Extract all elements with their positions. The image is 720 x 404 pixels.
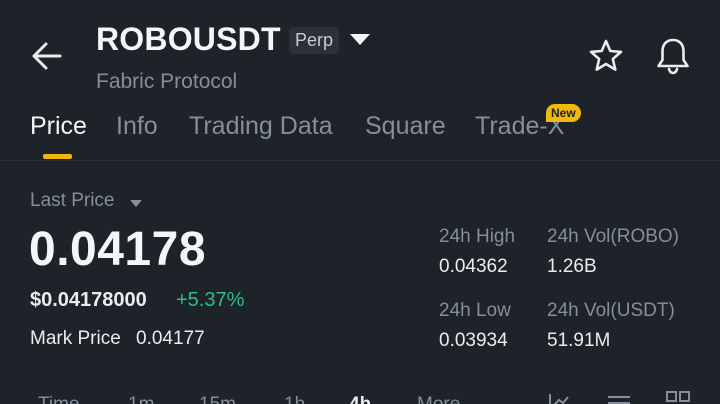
caret-down-icon[interactable] (129, 196, 143, 207)
caret-down-icon (479, 400, 491, 404)
interval-time[interactable]: Time (38, 394, 80, 404)
settings-lines-icon[interactable] (606, 392, 632, 404)
usd-price: $0.04178000 (30, 289, 147, 311)
vol-quote-24h-label: 24h Vol(USDT) (547, 300, 675, 321)
back-button[interactable] (22, 34, 70, 78)
tab-info[interactable]: Info (116, 110, 158, 142)
symbol-dropdown[interactable] (346, 28, 374, 52)
tab-square[interactable]: Square (365, 110, 446, 142)
interval-1h[interactable]: 1h (284, 394, 305, 404)
favorite-button[interactable] (585, 36, 627, 78)
interval-1m[interactable]: 1m (128, 394, 154, 404)
vol-base-24h-label: 24h Vol(ROBO) (547, 226, 679, 247)
star-icon (589, 39, 623, 71)
back-arrow-icon (32, 42, 62, 70)
tab-trading-data[interactable]: Trading Data (189, 110, 333, 142)
high-24h-label: 24h High (439, 226, 516, 247)
price-change-percent: +5.37% (176, 289, 245, 311)
caret-down-icon (350, 34, 370, 45)
alert-button[interactable] (651, 34, 695, 78)
interval-15m[interactable]: 15m (199, 394, 236, 404)
bell-icon (657, 38, 689, 75)
contract-type-badge: Perp (289, 27, 340, 54)
high-24h-value: 0.04362 (439, 256, 508, 277)
last-price-selector[interactable]: Last Price (30, 190, 114, 212)
divider (0, 160, 720, 161)
vol-base-24h-value: 1.26B (547, 256, 597, 277)
interval-more[interactable]: More (417, 394, 460, 404)
grid-layout-icon[interactable] (665, 390, 691, 404)
indicator-tool-icon[interactable] (547, 392, 571, 404)
active-tab-indicator (43, 154, 72, 159)
mark-price-value: 0.04177 (136, 328, 205, 349)
interval-4h[interactable]: 4h (349, 394, 371, 404)
low-24h-value: 0.03934 (439, 330, 508, 351)
symbol-title[interactable]: ROBOUSDT (96, 20, 281, 58)
project-name: Fabric Protocol (96, 70, 238, 93)
vol-quote-24h-value: 51.91M (547, 330, 611, 351)
low-24h-label: 24h Low (439, 300, 511, 321)
new-badge: New (546, 104, 581, 122)
last-price-value: 0.04178 (29, 223, 207, 276)
tab-price[interactable]: Price (30, 110, 87, 142)
mark-price-label: Mark Price (30, 328, 121, 349)
